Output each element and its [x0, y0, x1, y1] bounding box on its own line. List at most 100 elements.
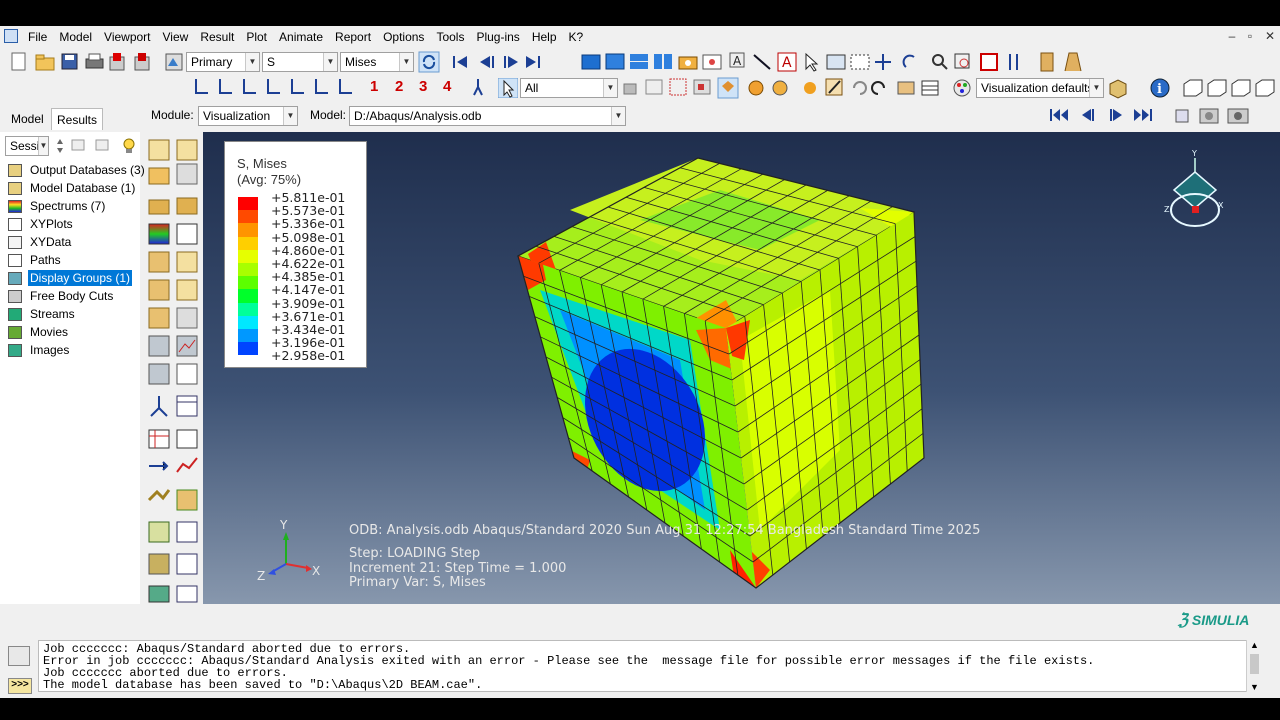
- animate-scale-icon[interactable]: [148, 335, 170, 357]
- shade-icon[interactable]: [748, 80, 764, 96]
- xy-manager-icon[interactable]: [176, 395, 198, 417]
- first-frame-icon[interactable]: [453, 56, 467, 68]
- box-select-icon[interactable]: [669, 78, 687, 96]
- menu-tools[interactable]: Tools: [430, 26, 470, 48]
- tab-model[interactable]: Model: [6, 108, 49, 130]
- viewport-cascade-icon[interactable]: [605, 53, 625, 70]
- sphere-icon[interactable]: [804, 82, 816, 94]
- axis-y-icon[interactable]: [219, 79, 232, 94]
- first-step-icon[interactable]: [1050, 109, 1068, 121]
- menu-plot[interactable]: Plot: [240, 26, 273, 48]
- axis-xz-icon[interactable]: [315, 79, 328, 94]
- section-manager-icon[interactable]: [176, 585, 198, 603]
- restore-icon[interactable]: ▫: [1240, 26, 1260, 46]
- menu-result[interactable]: Result: [194, 26, 240, 48]
- message-scrollbar[interactable]: ▲ ▼: [1246, 640, 1262, 692]
- tree-filter-icon[interactable]: [95, 139, 109, 151]
- zoom-icon[interactable]: [932, 54, 948, 70]
- lightbulb-icon[interactable]: [123, 138, 135, 153]
- undo-icon[interactable]: [853, 81, 867, 95]
- tree-item-paths[interactable]: Paths: [8, 251, 63, 269]
- animate-harmonic-icon[interactable]: [148, 363, 170, 385]
- text-annotation-icon[interactable]: A: [777, 52, 797, 72]
- last-frame-icon[interactable]: [526, 56, 540, 68]
- animation-options-icon[interactable]: [176, 363, 198, 385]
- menu-context-help[interactable]: K?: [563, 26, 590, 48]
- tree-item-display-groups[interactable]: Display Groups (1): [8, 269, 133, 287]
- front-view-icon[interactable]: [1207, 79, 1227, 97]
- tree-item-free-body-cuts[interactable]: Free Body Cuts: [8, 287, 115, 305]
- axis-yz-icon[interactable]: [291, 79, 304, 94]
- stream-manager-icon[interactable]: [176, 521, 198, 543]
- boundary-icon[interactable]: [897, 81, 915, 95]
- query-icon[interactable]: A: [729, 52, 745, 68]
- tree-item-streams[interactable]: Streams: [8, 305, 77, 323]
- lock-icon[interactable]: [623, 83, 637, 95]
- symbol-options-icon[interactable]: [148, 251, 170, 273]
- display-group-create-icon[interactable]: [148, 553, 170, 575]
- auto-fit-icon[interactable]: [980, 53, 998, 71]
- plot-deformed-icon[interactable]: [176, 139, 198, 161]
- tree-item-model-database[interactable]: Model Database (1): [8, 179, 137, 197]
- snapshot-icon[interactable]: [1227, 108, 1249, 124]
- select-pointer-icon[interactable]: [805, 52, 819, 72]
- superimpose-icon[interactable]: [176, 279, 198, 301]
- model-select[interactable]: D:/Abaqus/Analysis.odb ▼: [349, 106, 626, 126]
- session-select[interactable]: Sessio ▼: [5, 136, 49, 156]
- tab-results[interactable]: Results: [51, 108, 104, 130]
- plot-material-orient-icon[interactable]: [176, 197, 198, 215]
- top-view-icon[interactable]: [1231, 79, 1251, 97]
- pick-icon[interactable]: [825, 78, 843, 96]
- python-prompt-icon[interactable]: >>>: [8, 678, 32, 694]
- app-icon[interactable]: [4, 29, 18, 43]
- save-icon[interactable]: [61, 53, 78, 70]
- camera-icon[interactable]: [678, 56, 698, 70]
- pan-icon[interactable]: [875, 54, 891, 70]
- menu-view[interactable]: View: [157, 26, 195, 48]
- movie-icon[interactable]: [1199, 108, 1219, 124]
- box-zoom-icon[interactable]: [954, 53, 970, 69]
- contour-options-icon[interactable]: [148, 223, 170, 245]
- last-step-icon[interactable]: [1134, 109, 1152, 121]
- plot-contours-deformed-icon[interactable]: [176, 163, 198, 185]
- line-arrow-icon[interactable]: [753, 54, 771, 70]
- invariant-select[interactable]: Mises ▼: [340, 52, 414, 72]
- plot-contours-icon[interactable]: [148, 167, 170, 185]
- plot-symbols-icon[interactable]: [148, 199, 170, 215]
- tree-item-xydata[interactable]: XYData: [8, 233, 73, 251]
- new-file-icon[interactable]: [11, 52, 26, 71]
- axis-x-icon[interactable]: [195, 79, 208, 94]
- active-tool-icon[interactable]: [717, 77, 739, 99]
- stream-create-icon[interactable]: [148, 521, 170, 543]
- view-cube-triad[interactable]: Y Z X: [1160, 148, 1230, 230]
- ply-stack-icon[interactable]: [148, 279, 170, 301]
- scroll-thumb[interactable]: [1250, 654, 1259, 674]
- menu-plugins[interactable]: Plug-ins: [470, 26, 525, 48]
- export-icon[interactable]: [134, 53, 150, 71]
- side-view-icon[interactable]: [1255, 79, 1275, 97]
- palette-icon[interactable]: [953, 79, 971, 97]
- path-create-icon[interactable]: [149, 461, 169, 471]
- menu-model[interactable]: Model: [53, 26, 98, 48]
- open-folder-icon[interactable]: [35, 54, 55, 71]
- scroll-down-icon[interactable]: ▼: [1250, 682, 1259, 692]
- display-options-icon[interactable]: [826, 54, 846, 70]
- plot-undeformed-icon[interactable]: [148, 139, 170, 161]
- menu-report[interactable]: Report: [329, 26, 377, 48]
- module-select[interactable]: Visualization ▼: [198, 106, 298, 126]
- axis-iso-icon[interactable]: [339, 79, 352, 94]
- print-icon[interactable]: [85, 53, 104, 69]
- previous-step-icon[interactable]: [1082, 109, 1094, 121]
- section-create-icon[interactable]: [148, 585, 170, 603]
- overlay-options-icon[interactable]: [176, 307, 198, 329]
- grid-icon[interactable]: [850, 54, 870, 70]
- table-icon[interactable]: [921, 80, 939, 96]
- cycle-views-icon[interactable]: [1009, 54, 1018, 70]
- iso-view-icon[interactable]: [1183, 79, 1203, 97]
- next-frame-icon[interactable]: [504, 56, 518, 68]
- sync-icon[interactable]: [418, 51, 440, 73]
- message-area-icon[interactable]: [8, 646, 30, 666]
- annotation-icon[interactable]: [702, 54, 722, 70]
- step-1-button[interactable]: 1: [370, 77, 378, 97]
- deformed-options-icon[interactable]: [176, 251, 198, 273]
